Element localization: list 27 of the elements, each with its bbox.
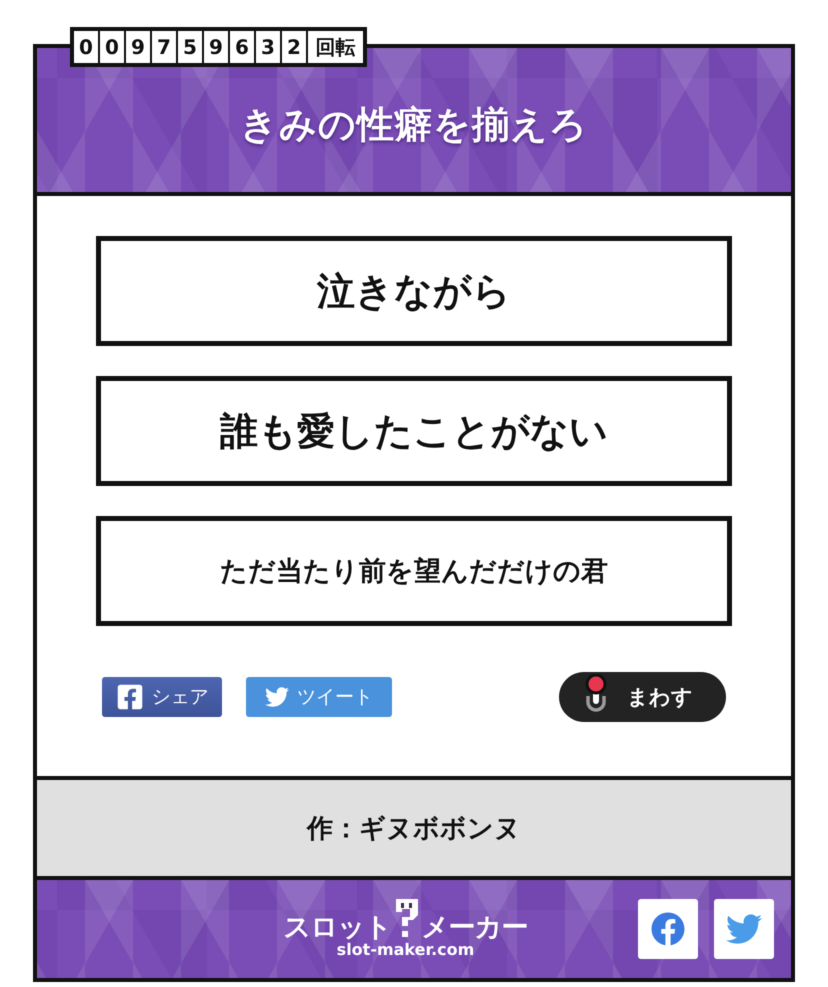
bird-icon	[265, 685, 289, 709]
counter-digit: 0	[100, 31, 124, 63]
slot-title: きみの性癖を揃えろ	[240, 102, 588, 148]
tweet-button[interactable]: ツイート	[246, 677, 392, 717]
facebook-icon	[116, 683, 144, 711]
counter-digit: 2	[282, 31, 306, 63]
counter-unit: 回転	[308, 31, 363, 63]
counter-digit: 3	[256, 31, 280, 63]
reel-text: ただ当たり前を望んだだけの君	[220, 555, 608, 589]
twitter-button[interactable]	[714, 899, 774, 959]
lever-icon	[583, 674, 609, 714]
counter-digit: 9	[204, 31, 228, 63]
logo-text: メーカー	[422, 914, 528, 942]
reel-text: 泣きながら	[317, 268, 511, 314]
domain-text: slot-maker.com	[336, 941, 474, 959]
logo-text: スロット	[284, 914, 392, 942]
counter-digit: 0	[74, 31, 98, 63]
counter-digit: 9	[126, 31, 150, 63]
facebook-button[interactable]	[638, 899, 698, 959]
reel-text: 誰も愛したことがない	[220, 408, 608, 454]
counter-digit: 5	[178, 31, 202, 63]
counter-digit: 6	[230, 31, 254, 63]
facebook-icon	[651, 912, 685, 946]
share-button[interactable]: シェア	[102, 677, 222, 717]
spin-button[interactable]: まわす	[559, 672, 726, 722]
author-credit: 作：ギヌボボンヌ	[307, 812, 521, 846]
counter-digit: 7	[152, 31, 176, 63]
